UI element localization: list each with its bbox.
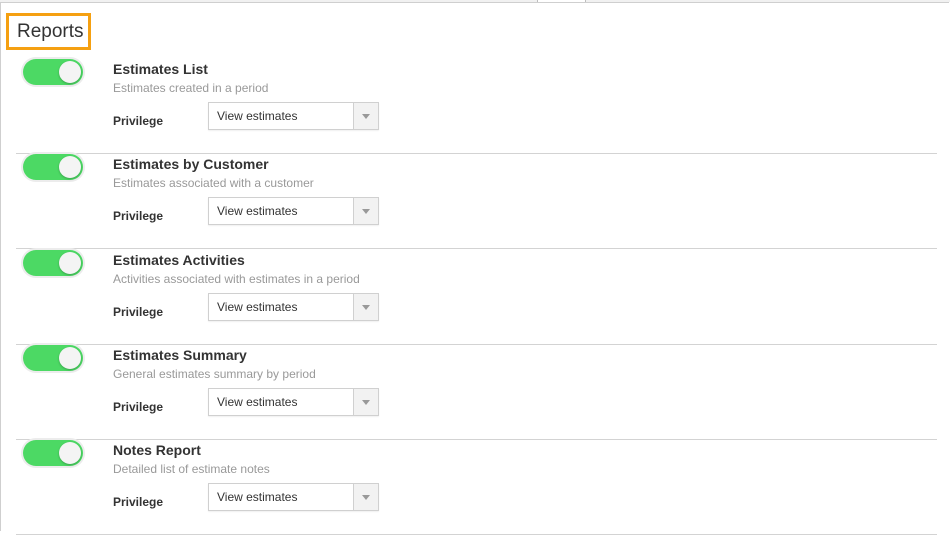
privilege-select-value: View estimates xyxy=(217,490,298,504)
report-description: Activities associated with estimates in … xyxy=(113,272,360,286)
privilege-select[interactable]: View estimates xyxy=(208,197,379,225)
report-row: Estimates Summary General estimates summ… xyxy=(16,345,937,440)
report-row: Estimates Activities Activities associat… xyxy=(16,250,937,345)
report-description: Estimates created in a period xyxy=(113,81,269,95)
privilege-label: Privilege xyxy=(113,400,164,414)
toggle-knob xyxy=(59,347,81,369)
privilege-select[interactable]: View estimates xyxy=(208,293,379,321)
toggle-knob xyxy=(59,252,81,274)
chevron-down-icon xyxy=(362,114,370,119)
dropdown-button[interactable] xyxy=(353,294,378,320)
privilege-label: Privilege xyxy=(113,209,164,223)
report-row: Estimates by Customer Estimates associat… xyxy=(16,154,937,249)
toggle-knob xyxy=(59,61,81,83)
privilege-select-value: View estimates xyxy=(217,395,298,409)
dropdown-button[interactable] xyxy=(353,389,378,415)
report-description: General estimates summary by period xyxy=(113,367,316,381)
privilege-select[interactable]: View estimates xyxy=(208,102,379,130)
privilege-select[interactable]: View estimates xyxy=(208,483,379,511)
report-name: Notes Report xyxy=(113,442,201,458)
privilege-select[interactable]: View estimates xyxy=(208,388,379,416)
report-name: Estimates by Customer xyxy=(113,156,269,172)
report-enabled-toggle[interactable] xyxy=(23,59,83,85)
report-description: Estimates associated with a customer xyxy=(113,176,314,190)
report-enabled-toggle[interactable] xyxy=(23,345,83,371)
report-name: Estimates Summary xyxy=(113,347,247,363)
dropdown-button[interactable] xyxy=(353,198,378,224)
report-name: Estimates Activities xyxy=(113,252,245,268)
privilege-label: Privilege xyxy=(113,305,164,319)
privilege-select-value: View estimates xyxy=(217,300,298,314)
report-enabled-toggle[interactable] xyxy=(23,154,83,180)
report-row: Estimates List Estimates created in a pe… xyxy=(16,59,937,154)
dropdown-button[interactable] xyxy=(353,103,378,129)
privilege-label: Privilege xyxy=(113,114,164,128)
chevron-down-icon xyxy=(362,209,370,214)
report-enabled-toggle[interactable] xyxy=(23,250,83,276)
report-enabled-toggle[interactable] xyxy=(23,440,83,466)
toggle-knob xyxy=(59,156,81,178)
chevron-down-icon xyxy=(362,400,370,405)
report-row: Notes Report Detailed list of estimate n… xyxy=(16,440,937,535)
dropdown-button[interactable] xyxy=(353,484,378,510)
privilege-select-value: View estimates xyxy=(217,109,298,123)
privilege-select-value: View estimates xyxy=(217,204,298,218)
chevron-down-icon xyxy=(362,305,370,310)
report-name: Estimates List xyxy=(113,61,208,77)
section-title: Reports xyxy=(6,13,91,50)
chevron-down-icon xyxy=(362,495,370,500)
report-description: Detailed list of estimate notes xyxy=(113,462,270,476)
toggle-knob xyxy=(59,442,81,464)
privilege-label: Privilege xyxy=(113,495,164,509)
